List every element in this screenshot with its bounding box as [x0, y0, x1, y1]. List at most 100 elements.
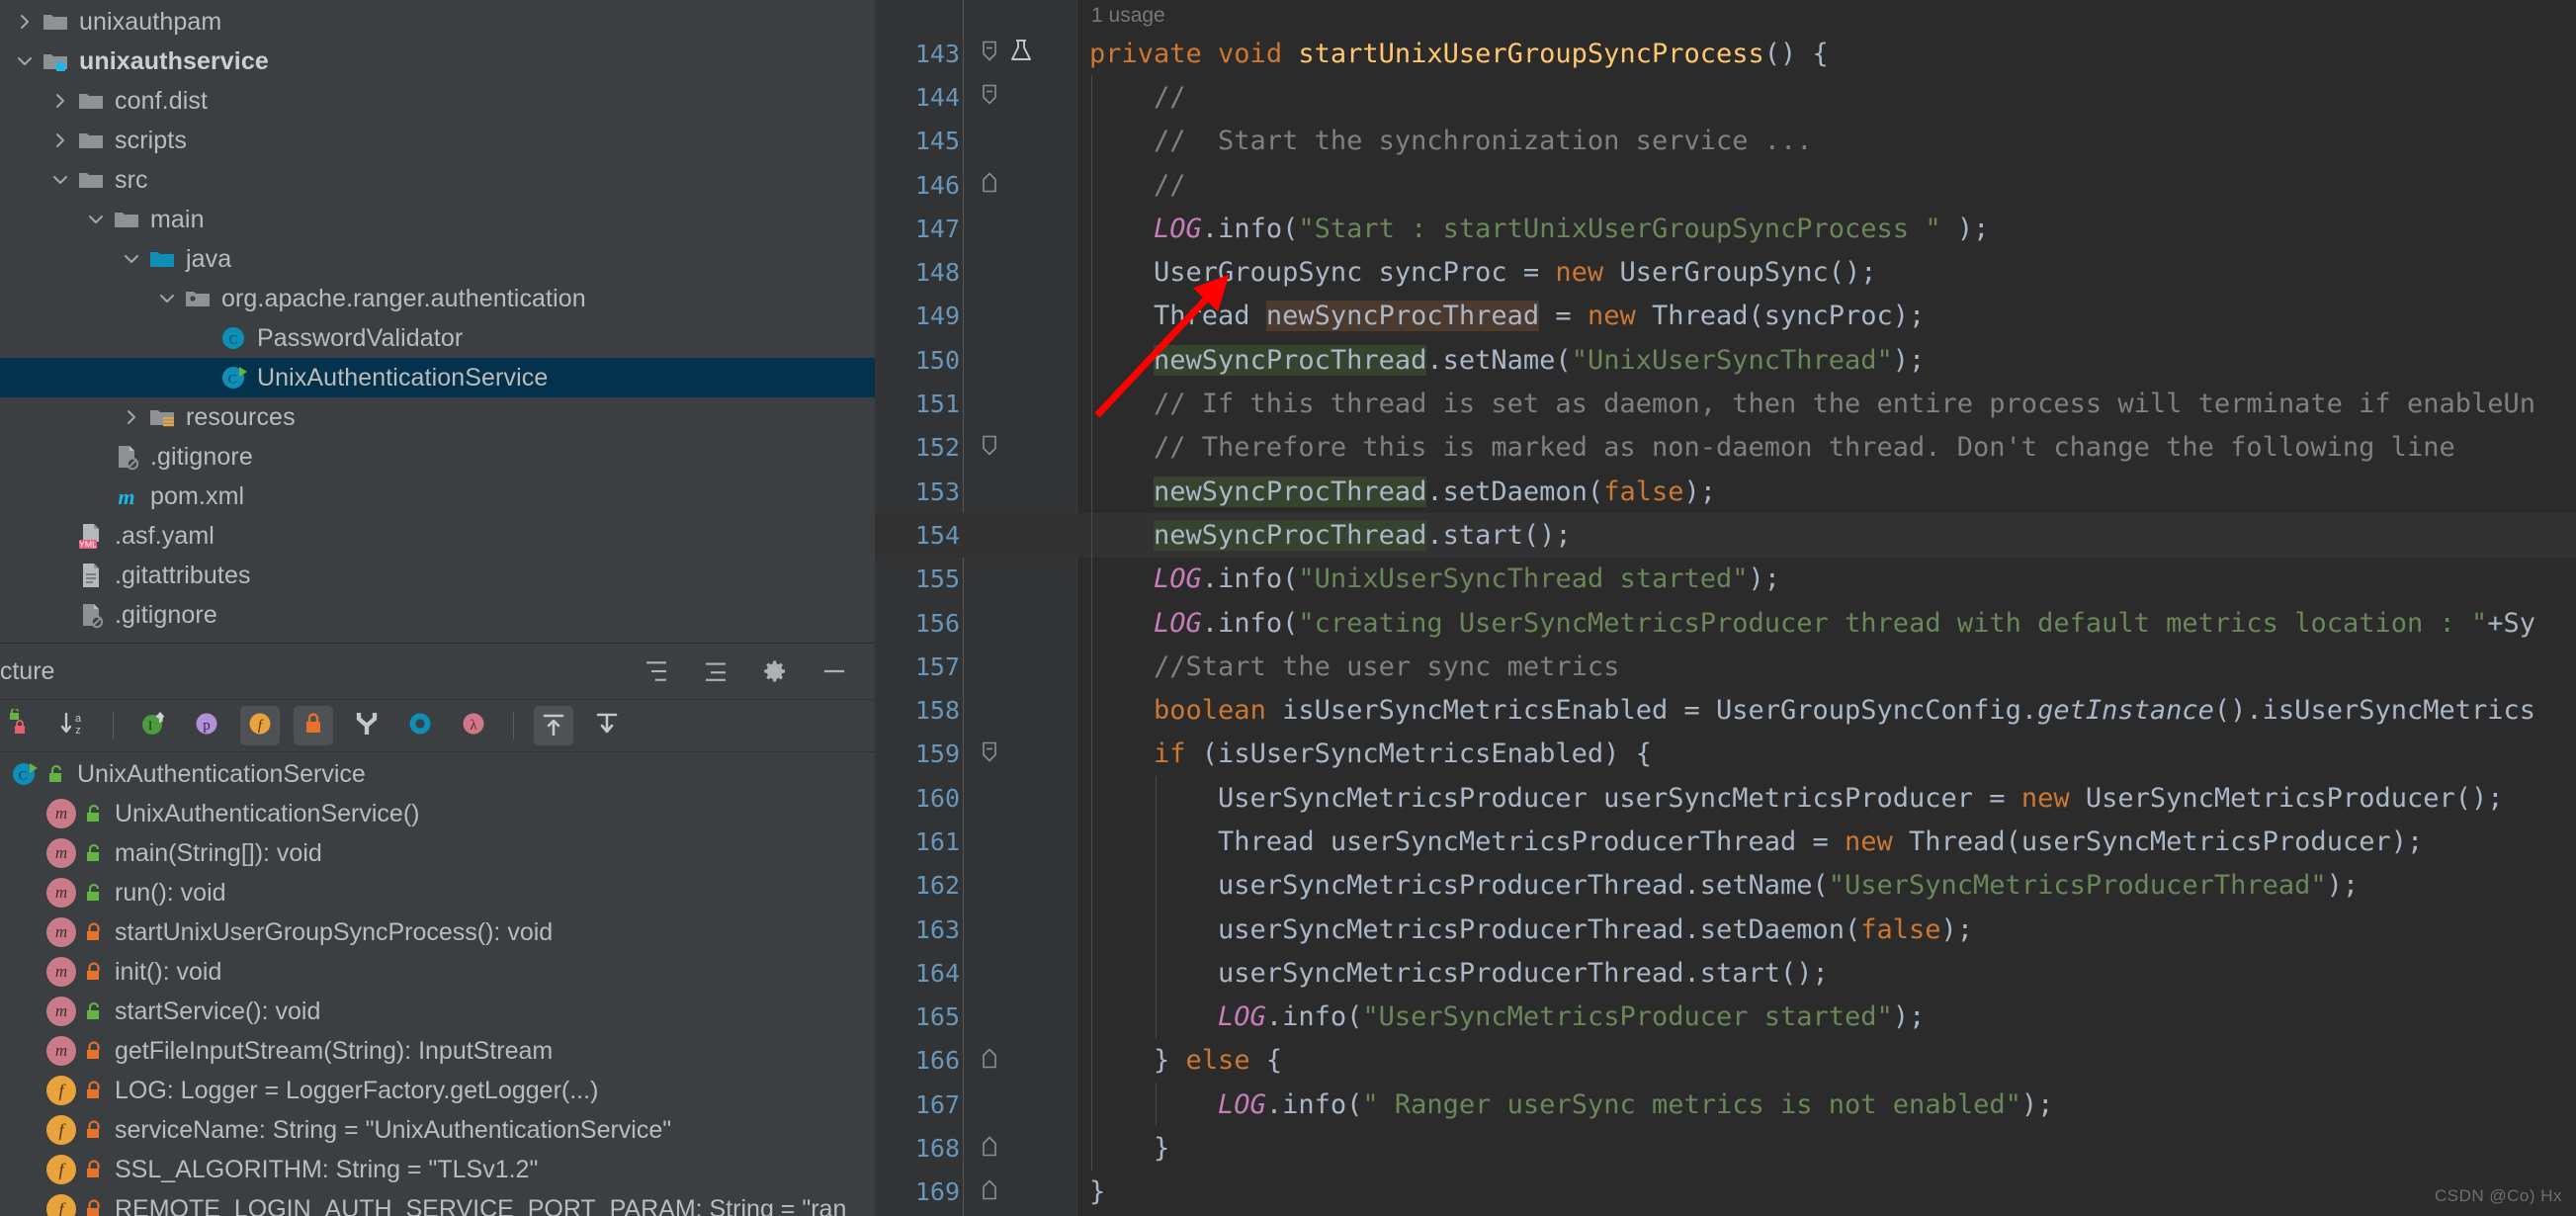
sort-alphabetically-button[interactable]: az	[53, 706, 93, 745]
code-line[interactable]: //	[1077, 75, 2576, 120]
tree-row[interactable]: unixauthservice	[0, 42, 875, 81]
gutter-line[interactable]: 149	[875, 295, 1077, 338]
code-line[interactable]: boolean isUserSyncMetricsEnabled = UserG…	[1077, 688, 2576, 733]
chevron-right-icon[interactable]	[47, 130, 73, 150]
structure-item[interactable]: f serviceName: String = "UnixAuthenticati…	[0, 1110, 875, 1150]
code-editor[interactable]: 143 144 145 146 147 148 149 150 151 152 153 154 155 1…	[875, 0, 2576, 1216]
gutter-line[interactable]: 146	[875, 163, 1077, 207]
code-line[interactable]: }	[1077, 1126, 2576, 1171]
chevron-right-icon[interactable]	[119, 407, 144, 427]
gutter-line[interactable]: 145	[875, 120, 1077, 163]
editor-gutter[interactable]: 143 144 145 146 147 148 149 150 151 152 153 154 155 1…	[875, 0, 1077, 1216]
tree-row[interactable]: YML .asf.yaml	[0, 516, 875, 556]
tree-row[interactable]: java	[0, 239, 875, 279]
tree-row[interactable]: conf.dist	[0, 81, 875, 121]
show-inherited-button[interactable]: I	[133, 706, 173, 745]
chevron-right-icon[interactable]	[47, 91, 73, 111]
gutter-line[interactable]: 164	[875, 951, 1077, 995]
structure-item[interactable]: m init(): void	[0, 952, 875, 992]
code-line[interactable]: // Start the synchronization service ...	[1077, 119, 2576, 163]
fold-marker-icon[interactable]	[979, 739, 1000, 768]
gutter-line[interactable]: 150	[875, 338, 1077, 382]
show-properties-button[interactable]: p	[187, 706, 226, 745]
gutter-line[interactable]: 156	[875, 601, 1077, 645]
code-line[interactable]: // Therefore this is marked as non-daemo…	[1077, 425, 2576, 470]
fold-marker-icon[interactable]	[979, 433, 1000, 462]
gutter-line[interactable]: 159	[875, 733, 1077, 776]
structure-item[interactable]: m UnixAuthenticationService()	[0, 794, 875, 833]
gutter-line[interactable]: 144	[875, 75, 1077, 119]
structure-item[interactable]: m startService(): void	[0, 992, 875, 1031]
code-line[interactable]: Thread newSyncProcThread = new Thread(sy…	[1077, 294, 2576, 339]
structure-item[interactable]: C UnixAuthenticationService	[0, 754, 875, 794]
tree-row[interactable]: .gitattributes	[0, 556, 875, 595]
code-line[interactable]: newSyncProcThread .setName("UnixUserSyncT…	[1077, 338, 2576, 383]
tree-row[interactable]: C PasswordValidator	[0, 318, 875, 358]
code-line[interactable]: //	[1077, 162, 2576, 208]
fold-marker-icon[interactable]	[979, 83, 1000, 112]
gutter-line[interactable]: 152	[875, 426, 1077, 470]
tree-row[interactable]: org.apache.ranger.authentication	[0, 279, 875, 318]
gutter-line[interactable]: 151	[875, 382, 1077, 425]
fold-marker-icon[interactable]	[979, 1177, 1000, 1206]
code-line[interactable]: UserSyncMetricsProducer userSyncMetricsP…	[1077, 776, 2576, 821]
gutter-line[interactable]: 167	[875, 1083, 1077, 1126]
minimize-icon[interactable]	[817, 654, 851, 688]
fold-marker-icon[interactable]	[979, 1046, 1000, 1075]
code-line[interactable]: LOG .info("UserSyncMetricsProducer starte…	[1077, 995, 2576, 1039]
code-line[interactable]: }	[1077, 1171, 2576, 1214]
tree-row[interactable]: main	[0, 200, 875, 239]
gutter-line[interactable]: 155	[875, 558, 1077, 601]
tree-row[interactable]: C UnixAuthenticationService	[0, 358, 875, 397]
scroll-to-source-button[interactable]	[587, 706, 627, 745]
gutter-line[interactable]: 157	[875, 645, 1077, 688]
code-line[interactable]: LOG .info("UnixUserSyncThread started");	[1077, 557, 2576, 601]
code-line[interactable]: UserGroupSync syncProc = new UserGroupSy…	[1077, 250, 2576, 295]
code-line[interactable]: } else {	[1077, 1038, 2576, 1084]
scroll-from-source-button[interactable]	[534, 706, 573, 745]
collapse-all-button[interactable]	[699, 654, 732, 688]
structure-item[interactable]: f LOG: Logger = LoggerFactory.getLogger(.…	[0, 1071, 875, 1110]
gutter-line[interactable]: 160	[875, 776, 1077, 820]
code-text-area[interactable]: 1 usage private void startUnixUserGroupSy…	[1077, 0, 2576, 1216]
gutter-line[interactable]: 143	[875, 32, 1077, 75]
chevron-down-icon[interactable]	[12, 51, 38, 71]
code-line[interactable]: LOG .info(" Ranger userSync metrics is no…	[1077, 1083, 2576, 1127]
structure-item[interactable]: m run(): void	[0, 873, 875, 912]
chevron-right-icon[interactable]	[12, 12, 38, 32]
gutter-line[interactable]: 168	[875, 1126, 1077, 1170]
code-line[interactable]: LOG .info("Start : startUnixUserGroupSync…	[1077, 207, 2576, 251]
project-tool-window[interactable]: unixauthpam unixauthservice conf.dist scrip…	[0, 0, 875, 643]
show-fields-button[interactable]: f	[240, 706, 280, 745]
structure-members-list[interactable]: C UnixAuthenticationService m UnixAuthentic…	[0, 752, 875, 1216]
tree-row[interactable]: resources	[0, 397, 875, 437]
fold-marker-icon[interactable]	[979, 40, 1000, 68]
chevron-down-icon[interactable]	[83, 210, 109, 229]
gutter-line[interactable]: 148	[875, 250, 1077, 294]
gutter-line[interactable]: 158	[875, 688, 1077, 732]
show-non-public-button[interactable]	[294, 706, 333, 745]
gutter-line[interactable]: 147	[875, 207, 1077, 250]
tree-row[interactable]: m pom.xml	[0, 477, 875, 516]
chevron-down-icon[interactable]	[154, 289, 180, 308]
chevron-down-icon[interactable]	[119, 249, 144, 269]
structure-item[interactable]: m startUnixUserGroupSyncProcess(): void	[0, 912, 875, 952]
gutter-line[interactable]: 162	[875, 864, 1077, 908]
expand-all-button[interactable]	[640, 654, 673, 688]
show-anonymous-button[interactable]	[347, 706, 386, 745]
code-line[interactable]: userSyncMetricsProducerThread.setName("U…	[1077, 863, 2576, 908]
tree-row[interactable]: unixauthpam	[0, 2, 875, 42]
tree-row[interactable]: .gitignore	[0, 595, 875, 635]
code-line[interactable]: newSyncProcThread .setDaemon(false);	[1077, 469, 2576, 514]
code-line[interactable]: private void startUnixUserGroupSyncProce…	[1077, 32, 2576, 75]
structure-item[interactable]: f REMOTE_LOGIN_AUTH_SERVICE_PORT_PARAM: S…	[0, 1189, 875, 1216]
code-line[interactable]: userSyncMetricsProducerThread.setDaemon(…	[1077, 907, 2576, 952]
structure-toolbar[interactable]: az Ip f λ	[0, 699, 875, 752]
gutter-line[interactable]: 163	[875, 908, 1077, 951]
structure-item[interactable]: f SSL_ALGORITHM: String = "TLSv1.2"	[0, 1150, 875, 1189]
tree-row[interactable]: src	[0, 160, 875, 200]
test-flask-icon[interactable]	[1008, 38, 1034, 69]
gutter-line[interactable]: 153	[875, 470, 1077, 513]
code-line[interactable]: newSyncProcThread .start();	[1077, 513, 2576, 558]
gutter-line[interactable]: 166	[875, 1039, 1077, 1083]
